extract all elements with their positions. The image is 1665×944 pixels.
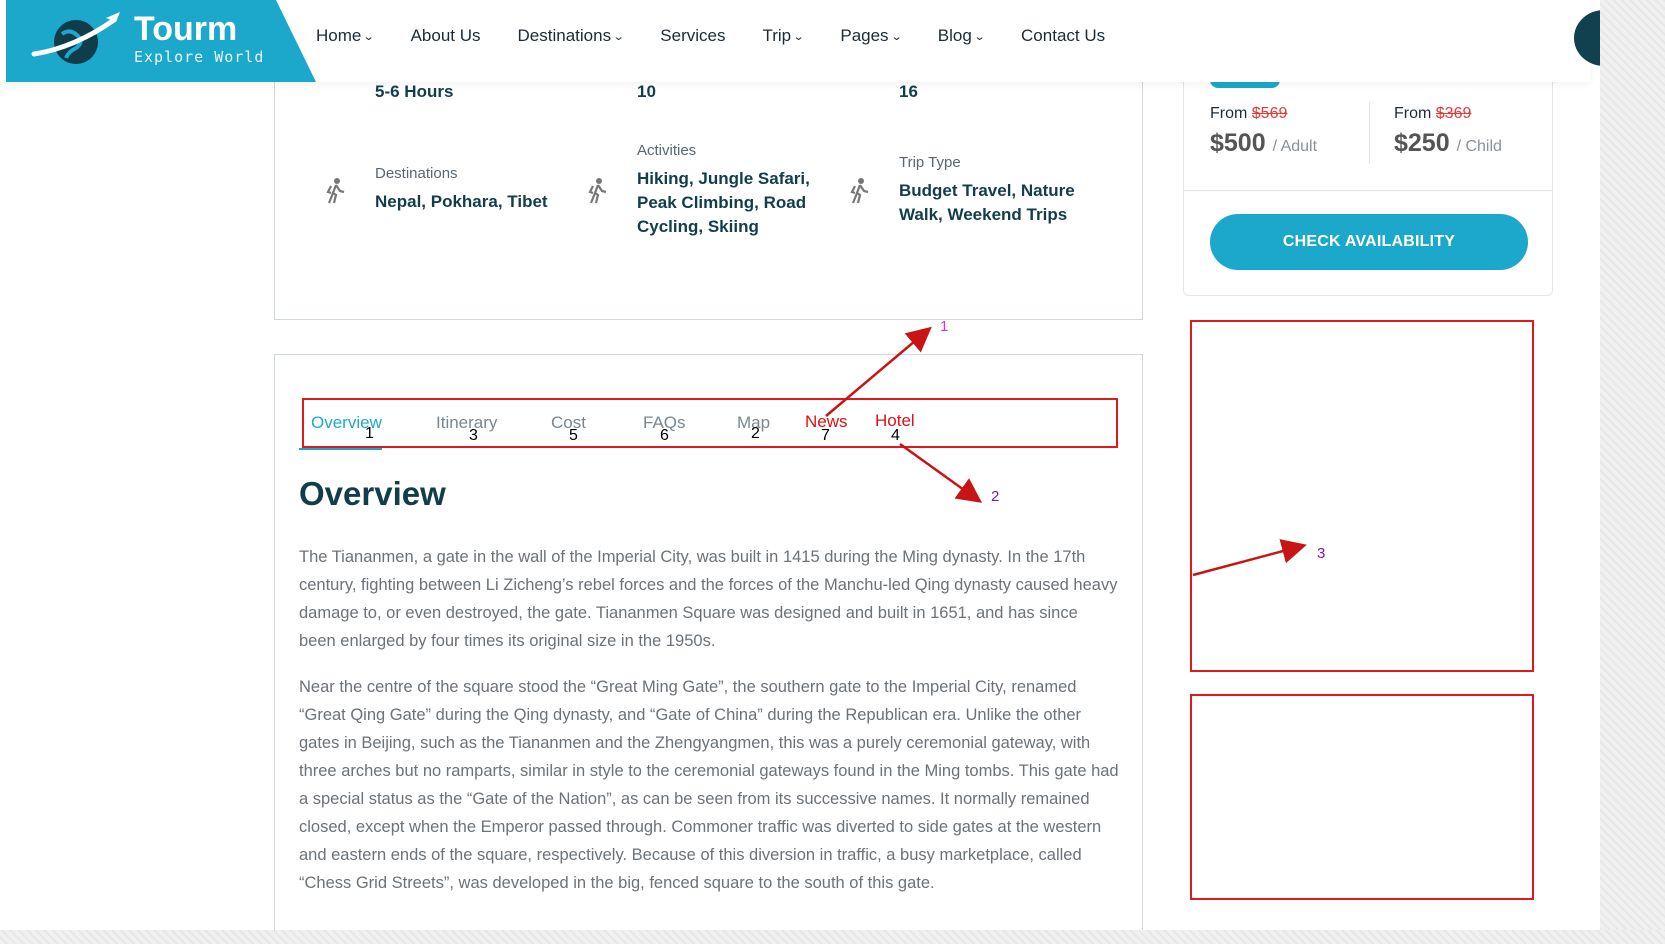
child-price: From $369 $250 / Child: [1394, 105, 1502, 158]
globe-plane-icon: [31, 12, 120, 64]
main-nav: Home ⌄ About Us Destinations ⌄ Services Tr…: [316, 26, 1142, 46]
activities-value: Hiking, Jungle Safari, Peak Climbing, Ro…: [637, 169, 810, 236]
annotation-sidebar-box-2: [1190, 694, 1534, 900]
activities-cell: Activities Hiking, Jungle Safari, Peak C…: [637, 142, 822, 239]
adult-price-value: $500: [1210, 129, 1266, 157]
trip-info-box: 5-6 Hours 10 16 Destinations Nepal, Pokh…: [274, 60, 1143, 320]
overview-paragraph: Near the centre of the square stood the …: [299, 678, 1119, 892]
background-bottom: [0, 930, 1665, 944]
nav-blog[interactable]: Blog ⌄: [937, 26, 986, 46]
nav-contact-label: Contact Us: [1021, 26, 1106, 45]
destinations-value: Nepal, Pokhara, Tibet: [375, 192, 548, 211]
nav-services[interactable]: Services: [660, 26, 725, 46]
background-right: [1600, 0, 1665, 944]
info-value-3: 16: [899, 82, 918, 101]
from-label: From: [1210, 105, 1248, 122]
nav-contact[interactable]: Contact Us: [1021, 26, 1105, 46]
overview-heading: Overview: [299, 475, 446, 512]
logo-subtitle: Explore World: [134, 48, 265, 66]
annotation-label-2: 2: [991, 488, 1000, 505]
hiker-icon: [325, 178, 347, 204]
hiker-icon: [587, 178, 609, 204]
nav-trip[interactable]: Trip ⌄: [762, 26, 805, 46]
child-price-value: $250: [1394, 129, 1450, 157]
duration-value: 5-6 Hours: [375, 82, 454, 101]
annotation-sidebar-box-1: [1190, 320, 1534, 672]
logo[interactable]: Tourm Explore World: [6, 0, 316, 82]
site-header: Tourm Explore World Home ⌄ About Us Desti…: [0, 0, 1600, 82]
from-label: From: [1394, 105, 1432, 122]
price-divider: [1369, 102, 1370, 164]
info-value-2: 10: [637, 82, 656, 101]
nav-destinations-label: Destinations: [517, 26, 612, 45]
chevron-down-icon: ⌄: [792, 30, 805, 43]
header-round-button[interactable]: [1574, 10, 1600, 66]
hiker-icon: [849, 178, 871, 204]
chevron-down-icon: ⌄: [362, 30, 375, 43]
destinations-label: Destinations: [375, 165, 458, 182]
info-cell-3: 16: [899, 80, 918, 104]
chevron-down-icon: ⌄: [612, 30, 625, 43]
nav-pages-label: Pages: [840, 26, 889, 45]
check-availability-button[interactable]: CHECK AVAILABILITY: [1210, 214, 1528, 270]
annotation-label-1: 1: [940, 318, 949, 335]
destinations-cell: Destinations Nepal, Pokhara, Tibet: [375, 165, 575, 214]
info-cell-2: 10: [637, 80, 656, 104]
nav-about[interactable]: About Us: [411, 26, 481, 46]
nav-home[interactable]: Home ⌄: [316, 26, 375, 46]
nav-pages[interactable]: Pages ⌄: [840, 26, 903, 46]
chevron-down-icon: ⌄: [973, 30, 986, 43]
activities-label: Activities: [637, 142, 697, 159]
overview-paragraph: The Tiananmen, a gate in the wall of the…: [299, 548, 1118, 650]
pricing-card: From $569 $500 / Adult From $369 $250 / …: [1183, 60, 1553, 296]
adult-unit: / Adult: [1272, 138, 1318, 155]
duration-cell: 5-6 Hours: [375, 80, 453, 104]
adult-price: From $569 $500 / Adult: [1210, 105, 1317, 158]
child-unit: / Child: [1456, 138, 1502, 155]
annotation-tabs-box: [302, 398, 1118, 448]
child-old-price: $369: [1435, 105, 1472, 122]
price-separator: [1184, 190, 1552, 191]
trip-type-value: Budget Travel, Nature Walk, Weekend Trip…: [899, 181, 1075, 224]
nav-about-label: About Us: [410, 26, 481, 45]
nav-blog-label: Blog: [937, 26, 972, 45]
annotation-label-3: 3: [1317, 545, 1326, 562]
chevron-down-icon: ⌄: [890, 30, 903, 43]
logo-title: Tourm: [134, 10, 238, 48]
trip-type-label: Trip Type: [899, 154, 961, 171]
adult-old-price: $569: [1251, 105, 1288, 122]
nav-trip-label: Trip: [762, 26, 792, 45]
nav-destinations[interactable]: Destinations ⌄: [517, 26, 625, 46]
trip-type-cell: Trip Type Budget Travel, Nature Walk, We…: [899, 154, 1089, 227]
nav-services-label: Services: [660, 26, 726, 45]
nav-home-label: Home: [316, 26, 362, 45]
active-tab-underline: [299, 448, 382, 450]
